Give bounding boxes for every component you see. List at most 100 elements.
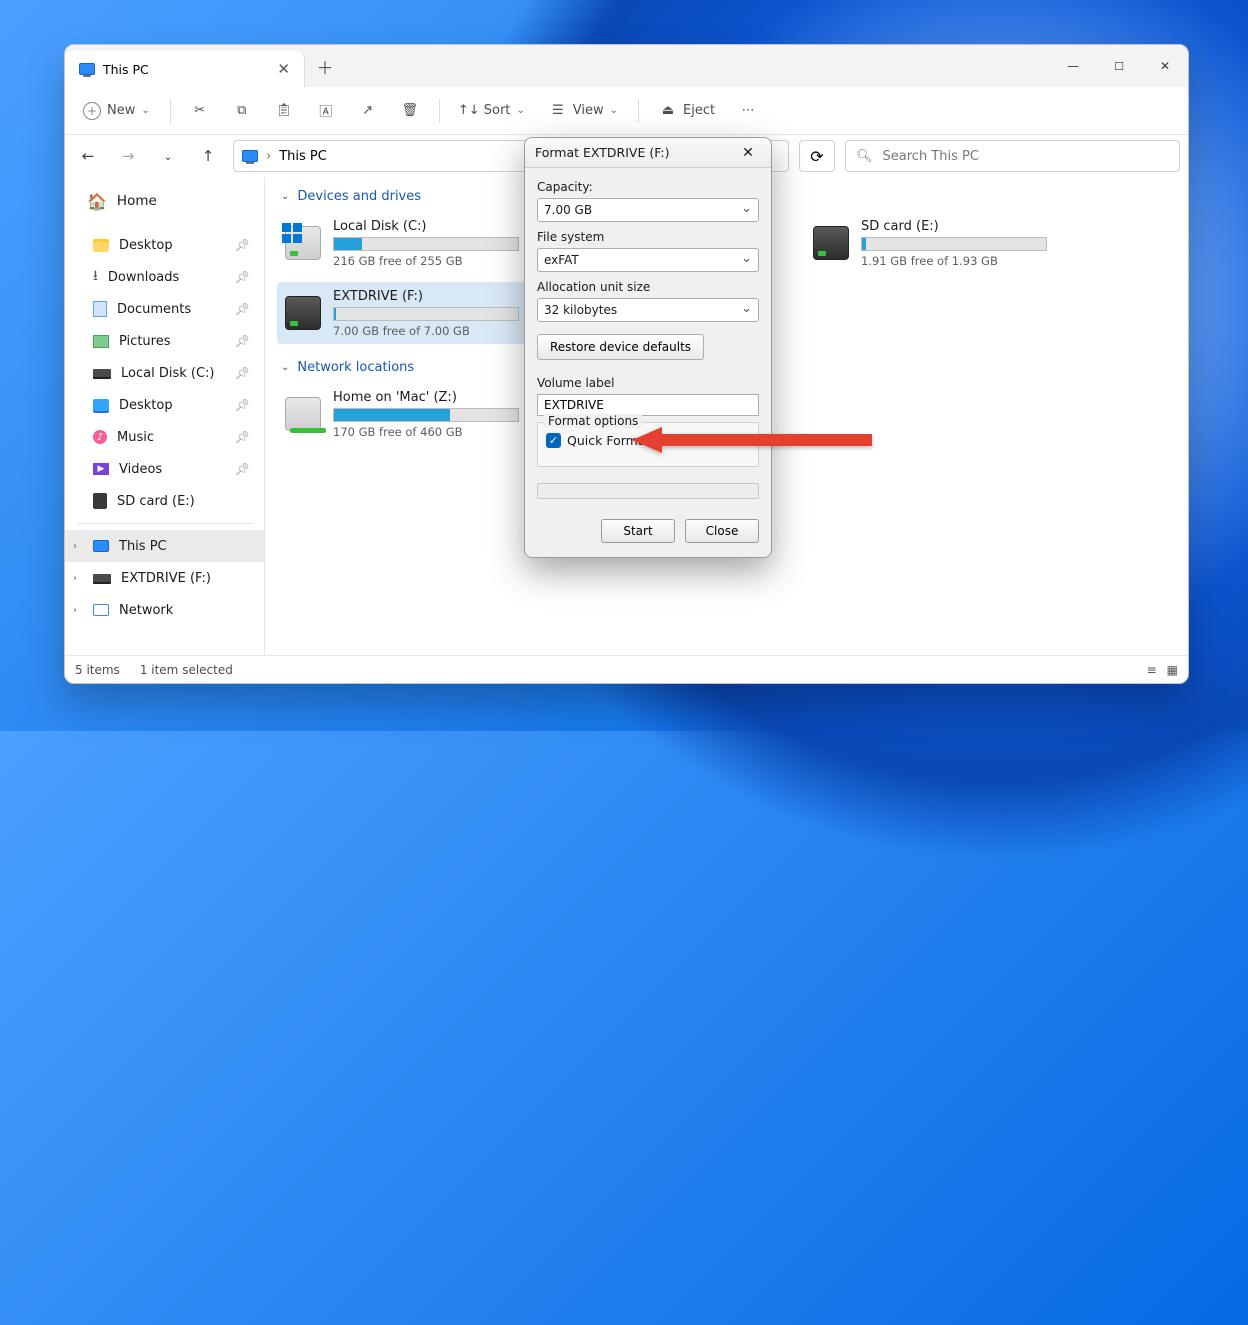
drive-icon <box>813 226 849 260</box>
sidebar-item-documents[interactable]: Documents📌︎ <box>65 293 264 325</box>
back-button[interactable]: ← <box>73 141 103 171</box>
drive-item-sd[interactable]: SD card (E:) 1.91 GB free of 1.93 GB <box>805 212 1055 274</box>
command-bar: + New ⌄ ✂ ⧉ 📋︎ 🄰 ↗ 🗑 ↑↓ Sort ⌄ ☰ View ⌄ … <box>65 87 1188 135</box>
disk-icon <box>93 369 111 377</box>
refresh-button[interactable]: ⟳ <box>799 140 835 172</box>
titlebar: This PC ✕ ＋ — ☐ ✕ <box>65 45 1188 87</box>
filesystem-select[interactable]: exFAT <box>537 248 759 272</box>
drive-name: Home on 'Mac' (Z:) <box>333 390 519 405</box>
more-button[interactable]: ⋯ <box>729 93 767 129</box>
sidebar-item-desktop-2[interactable]: Desktop📌︎ <box>65 389 264 421</box>
navigation-pane: 🏠 Home Desktop📌︎ ⭳Downloads📌︎ Documents📌… <box>65 177 265 655</box>
pin-icon: 📌︎ <box>235 302 250 316</box>
tab-this-pc[interactable]: This PC ✕ <box>65 51 305 87</box>
close-tab-icon[interactable]: ✕ <box>277 60 290 78</box>
selection-count: 1 item selected <box>140 663 233 677</box>
sidebar-label: Videos <box>119 462 162 477</box>
delete-button[interactable]: 🗑 <box>391 93 429 129</box>
sidebar-item-downloads[interactable]: ⭳ Downloads 📌︎ <box>65 261 264 293</box>
drive-item-c[interactable]: Local Disk (C:) 216 GB free of 255 GB <box>277 212 527 274</box>
up-button[interactable]: ↑ <box>193 141 223 171</box>
pin-icon: 📌︎ <box>235 270 250 284</box>
sidebar-label: Music <box>117 430 154 445</box>
capacity-label: Capacity: <box>537 180 759 194</box>
sidebar-label: Desktop <box>119 398 173 413</box>
view-button[interactable]: ☰ View ⌄ <box>539 93 628 129</box>
capacity-select[interactable]: 7.00 GB <box>537 198 759 222</box>
rename-icon: 🄰 <box>317 102 335 120</box>
group-label: Network locations <box>297 360 414 375</box>
drive-item-z[interactable]: Home on 'Mac' (Z:) 170 GB free of 460 GB <box>277 383 527 445</box>
restore-defaults-button[interactable]: Restore device defaults <box>537 334 704 360</box>
sort-button[interactable]: ↑↓ Sort ⌄ <box>450 93 535 129</box>
dialog-titlebar[interactable]: Format EXTDRIVE (F:) ✕ <box>525 138 771 168</box>
dialog-title: Format EXTDRIVE (F:) <box>535 145 670 160</box>
sidebar-item-network[interactable]: › Network <box>65 594 264 626</box>
paste-button[interactable]: 📋︎ <box>265 93 303 129</box>
dialog-button-row: Start Close <box>525 507 771 557</box>
forward-button[interactable]: → <box>113 141 143 171</box>
checkbox-checked-icon: ✓ <box>546 433 561 448</box>
sidebar-label: Network <box>119 603 173 618</box>
eject-button[interactable]: ⏏ Eject <box>649 93 725 129</box>
drive-name: Local Disk (C:) <box>333 219 519 234</box>
view-icon: ☰ <box>549 102 567 120</box>
quick-format-checkbox[interactable]: ✓ Quick Format <box>546 433 750 448</box>
sidebar-item-pictures[interactable]: Pictures📌︎ <box>65 325 264 357</box>
sidebar-item-desktop[interactable]: Desktop📌︎ <box>65 229 264 261</box>
view-label: View <box>573 103 604 118</box>
download-icon: ⭳ <box>93 265 98 289</box>
new-button[interactable]: + New ⌄ <box>73 93 160 129</box>
sidebar-item-videos[interactable]: ▶Videos📌︎ <box>65 453 264 485</box>
pictures-icon <box>93 335 109 348</box>
sidebar-item-local-disk[interactable]: Local Disk (C:)📌︎ <box>65 357 264 389</box>
disk-icon <box>93 574 111 582</box>
drive-usage-bar <box>333 408 519 422</box>
this-pc-icon <box>93 540 109 552</box>
view-toggles: ≡ ▦ <box>1147 663 1178 677</box>
format-options-label: Format options <box>544 414 642 428</box>
sidebar-item-home[interactable]: 🏠 Home <box>65 185 264 217</box>
scissors-icon: ✂ <box>191 102 209 120</box>
recent-locations-button[interactable]: ⌄ <box>153 141 183 171</box>
drive-icon <box>285 296 321 330</box>
separator <box>77 523 252 524</box>
sidebar-item-this-pc[interactable]: › This PC <box>65 530 264 562</box>
chevron-right-icon[interactable]: › <box>73 605 77 616</box>
maximize-button[interactable]: ☐ <box>1096 45 1142 87</box>
format-options-group: Format options ✓ Quick Format <box>537 422 759 467</box>
eject-label: Eject <box>683 103 715 118</box>
rename-button[interactable]: 🄰 <box>307 93 345 129</box>
sidebar-item-music[interactable]: ♪Music📌︎ <box>65 421 264 453</box>
item-count: 5 items <box>75 663 120 677</box>
breadcrumb-location[interactable]: This PC <box>279 149 327 164</box>
search-box[interactable]: 🔍︎ Search This PC <box>845 140 1180 172</box>
chevron-down-icon: ⌄ <box>281 362 289 373</box>
close-window-button[interactable]: ✕ <box>1142 45 1188 87</box>
copy-button[interactable]: ⧉ <box>223 93 261 129</box>
sidebar-label: This PC <box>119 539 167 554</box>
start-button[interactable]: Start <box>601 519 675 543</box>
desktop-icon <box>93 399 109 411</box>
share-button[interactable]: ↗ <box>349 93 387 129</box>
chevron-right-icon[interactable]: › <box>73 541 77 552</box>
cut-button[interactable]: ✂ <box>181 93 219 129</box>
close-dialog-button[interactable]: ✕ <box>735 142 761 164</box>
sidebar-label: Downloads <box>108 270 179 285</box>
thumb-view-icon[interactable]: ▦ <box>1167 663 1178 677</box>
minimize-button[interactable]: — <box>1050 45 1096 87</box>
status-bar: 5 items 1 item selected ≡ ▦ <box>65 655 1188 683</box>
this-pc-icon <box>242 150 258 162</box>
chevron-down-icon: ⌄ <box>516 105 524 116</box>
drive-item-extdrive[interactable]: EXTDRIVE (F:) 7.00 GB free of 7.00 GB <box>277 282 527 344</box>
aus-select[interactable]: 32 kilobytes <box>537 298 759 322</box>
volume-label-input[interactable] <box>537 394 759 416</box>
new-tab-button[interactable]: ＋ <box>305 45 345 87</box>
ellipsis-icon: ⋯ <box>739 102 757 120</box>
close-button[interactable]: Close <box>685 519 759 543</box>
chevron-right-icon[interactable]: › <box>73 573 77 584</box>
sidebar-item-extdrive[interactable]: ›EXTDRIVE (F:) <box>65 562 264 594</box>
document-icon <box>93 301 107 317</box>
details-view-icon[interactable]: ≡ <box>1147 663 1157 677</box>
sidebar-item-sd-card[interactable]: SD card (E:) <box>65 485 264 517</box>
